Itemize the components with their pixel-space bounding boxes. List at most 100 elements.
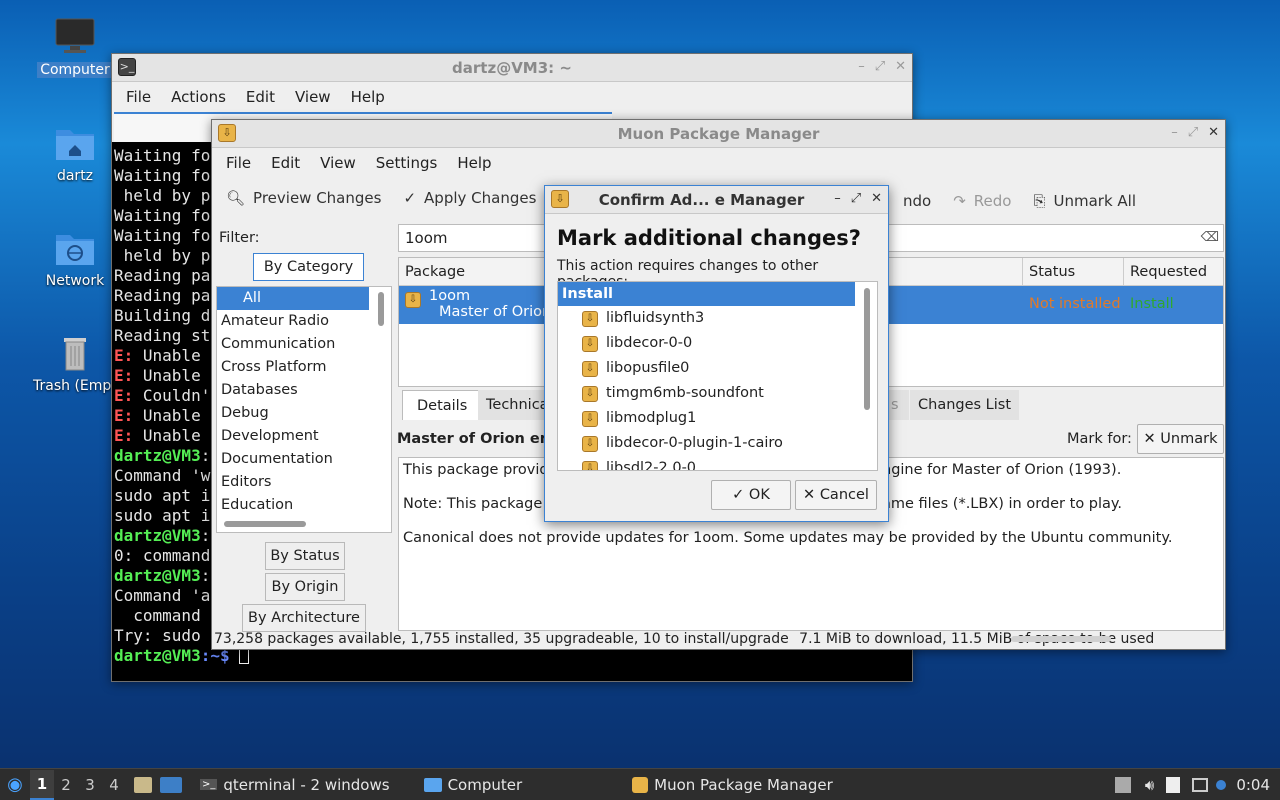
category-item[interactable]: All (217, 287, 369, 310)
updates-tray-icon[interactable] (1114, 776, 1131, 793)
show-desktop-icon[interactable] (160, 776, 182, 793)
ok-button[interactable]: ✓ OK (711, 480, 791, 510)
category-item[interactable]: Editors (217, 471, 391, 494)
tab-by-category[interactable]: By Category (253, 253, 364, 281)
category-scrollbar[interactable] (378, 292, 384, 326)
category-hscrollbar[interactable] (224, 521, 306, 527)
network-tray-icon[interactable] (1192, 777, 1209, 792)
menu-help[interactable]: Help (447, 154, 501, 172)
task-muon[interactable]: Muon Package Manager (622, 770, 843, 800)
minimize-icon[interactable]: – (858, 59, 865, 74)
tab-by-status[interactable]: By Status (265, 542, 345, 570)
close-icon[interactable]: ✕ (871, 191, 882, 206)
menu-edit[interactable]: Edit (236, 88, 285, 106)
workspace-2[interactable]: 2 (54, 776, 78, 794)
workspace-1[interactable]: 1 (30, 769, 54, 800)
category-item[interactable]: Databases (217, 379, 391, 402)
terminal-titlebar[interactable]: >_ dartz@VM3: ~ – ⤢ ✕ (112, 54, 912, 82)
maximize-icon[interactable]: ⤢ (875, 59, 885, 74)
menu-view[interactable]: View (310, 154, 366, 172)
menu-help[interactable]: Help (341, 88, 395, 106)
unmark-icon: ⎘ (1033, 192, 1046, 210)
muon-titlebar[interactable]: ⇩ Muon Package Manager – ⤢ ✕ (212, 120, 1225, 148)
changes-scrollbar[interactable] (864, 288, 870, 410)
tab-by-origin[interactable]: By Origin (265, 573, 345, 601)
redo-button[interactable]: ↷ Redo (953, 192, 1011, 210)
desktop-icon-home[interactable]: dartz (30, 124, 120, 184)
minimize-icon[interactable]: – (834, 191, 841, 206)
terminal-icon: >_ (200, 779, 218, 790)
category-item[interactable]: Debug (217, 402, 391, 425)
desktop-icon-trash[interactable]: Trash (Empty) (30, 334, 131, 394)
package-icon: ⇩ (582, 410, 598, 427)
menu-settings[interactable]: Settings (366, 154, 448, 172)
clipboard-icon[interactable] (1166, 776, 1181, 793)
unmark-button[interactable]: ✕ Unmark (1137, 424, 1224, 454)
menu-view[interactable]: View (285, 88, 341, 106)
category-item[interactable]: Communication (217, 333, 391, 356)
task-qterminal[interactable]: >_ qterminal - 2 windows (190, 770, 400, 800)
x-icon: ✕ (803, 487, 820, 503)
tab-by-architecture[interactable]: By Architecture (242, 604, 366, 632)
apply-changes-button[interactable]: ✓ Apply Changes (403, 189, 536, 207)
category-item[interactable]: Education (217, 494, 391, 517)
changes-list[interactable]: Install ⇩ libfluidsynth3 ⇩ libdecor-0-0 ⇩ lib… (557, 281, 878, 471)
undo-button[interactable]: ndo (903, 192, 931, 210)
tab-changes-list[interactable]: Changes List (910, 390, 1020, 420)
category-item[interactable]: Amateur Radio (217, 310, 391, 333)
category-item[interactable]: Cross Platform (217, 356, 391, 379)
file-manager-launcher-icon[interactable] (134, 776, 152, 793)
unmark-all-button[interactable]: ⎘ Unmark All (1033, 192, 1136, 210)
tab-partial[interactable]: s (887, 390, 909, 420)
workspace-4[interactable]: 4 (102, 776, 126, 794)
terminal-menubar: File Actions Edit View Help (112, 82, 912, 112)
package-icon (632, 776, 649, 793)
tab-details[interactable]: Details (402, 390, 483, 420)
menu-file[interactable]: File (216, 154, 261, 172)
package-icon: ⇩ (582, 360, 598, 377)
list-item[interactable]: ⇩ libdecor-0-0 (582, 331, 877, 356)
workspace-3[interactable]: 3 (78, 776, 102, 794)
volume-icon[interactable]: 🔊︎ (1145, 776, 1154, 794)
muon-statusbar: 73,258 packages available, 1,755 install… (212, 629, 1225, 649)
list-item[interactable]: ⇩ libfluidsynth3 (582, 306, 877, 331)
list-item[interactable]: ⇩ libmodplug1 (582, 406, 877, 431)
task-computer[interactable]: Computer (414, 770, 533, 800)
confirm-dialog[interactable]: ⇩ Confirm Ad... e Manager – ⤢ ✕ Mark addit… (544, 185, 889, 522)
dialog-titlebar[interactable]: ⇩ Confirm Ad... e Manager – ⤢ ✕ (545, 186, 888, 214)
desktop-icon-network[interactable]: Network (30, 229, 120, 289)
column-status[interactable]: Status (1023, 258, 1124, 286)
start-menu-icon[interactable]: ◉ (0, 774, 30, 795)
tab-technical[interactable]: Technica (478, 390, 544, 420)
search-icon: 🔍︎ (226, 189, 246, 207)
muon-title: Muon Package Manager (617, 124, 820, 143)
cancel-button[interactable]: ✕ Cancel (795, 480, 877, 510)
menu-edit[interactable]: Edit (261, 154, 310, 172)
menu-actions[interactable]: Actions (161, 88, 236, 106)
notification-icon[interactable] (1216, 779, 1227, 790)
close-icon[interactable]: ✕ (895, 59, 906, 74)
desktop-icon-computer[interactable]: Computer (30, 18, 120, 78)
minimize-icon[interactable]: – (1171, 125, 1178, 140)
list-item[interactable]: ⇩ libsdl2-2.0-0 (582, 456, 877, 470)
clock[interactable]: 0:04 (1236, 776, 1270, 794)
list-item[interactable]: ⇩ libdecor-0-plugin-1-cairo (582, 431, 877, 456)
close-icon[interactable]: ✕ (1208, 125, 1219, 140)
menu-file[interactable]: File (116, 88, 161, 106)
clear-search-icon[interactable]: ⌫ (1201, 225, 1219, 251)
row-status: Not installed (1029, 296, 1121, 312)
column-requested[interactable]: Requested (1124, 258, 1224, 286)
list-item[interactable]: ⇩ libopusfile0 (582, 356, 877, 381)
package-icon: ⇩ (582, 310, 598, 327)
maximize-icon[interactable]: ⤢ (851, 191, 861, 206)
desktop-icon-label: dartz (56, 168, 94, 184)
list-group-install[interactable]: Install (558, 282, 855, 306)
maximize-icon[interactable]: ⤢ (1188, 125, 1198, 140)
row-package-summary: Master of Orion (439, 304, 552, 320)
list-item[interactable]: ⇩ timgm6mb-soundfont (582, 381, 877, 406)
category-list[interactable]: All Amateur Radio Communication Cross Platf… (216, 286, 392, 533)
package-icon: ⇩ (405, 292, 421, 308)
category-item[interactable]: Development (217, 425, 391, 448)
category-item[interactable]: Documentation (217, 448, 391, 471)
preview-changes-button[interactable]: 🔍︎ Preview Changes (226, 189, 381, 207)
